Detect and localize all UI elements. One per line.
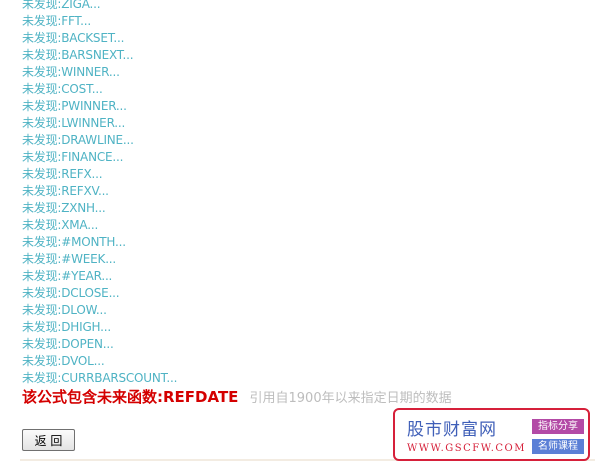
scan-result-item: 未发现:COST... bbox=[22, 82, 103, 96]
scan-result-list: 未发现:ZIGA... 未发现:FFT... 未发现:BACKSET... 未发现:B… bbox=[22, 0, 177, 387]
scan-result-item: 未发现:LWINNER... bbox=[22, 116, 126, 130]
scan-result-item: 未发现:#WEEK... bbox=[22, 252, 117, 266]
scan-result-item: 未发现:DCLOSE... bbox=[22, 286, 120, 300]
scan-result-item: 未发现:FFT... bbox=[22, 14, 91, 28]
warning-label: 该公式包含未来函数:REFDATE bbox=[22, 388, 239, 406]
scan-result-item: 未发现:PWINNER... bbox=[22, 99, 127, 113]
scan-result-item: 未发现:DOPEN... bbox=[22, 337, 114, 351]
back-button[interactable]: 返 回 bbox=[22, 429, 75, 451]
scan-result-item: 未发现:BACKSET... bbox=[22, 31, 125, 45]
scan-result-item: 未发现:BARSNEXT... bbox=[22, 48, 134, 62]
scan-result-item: 未发现:CURRBARSCOUNT... bbox=[22, 371, 178, 385]
scan-result-item: 未发现:XMA... bbox=[22, 218, 99, 232]
scan-result-item: 未发现:ZIGA... bbox=[22, 0, 101, 11]
watermark-tag-indicators: 指标分享 bbox=[532, 419, 584, 434]
scan-result-item: 未发现:DHIGH... bbox=[22, 320, 112, 334]
warning-description: 引用自1900年以来指定日期的数据 bbox=[249, 391, 452, 406]
scan-result-item: 未发现:#MONTH... bbox=[22, 235, 126, 249]
site-watermark-logo: 股市财富网 WWW.GSCFW.COM 指标分享 名师课程 bbox=[393, 408, 590, 461]
scan-result-item: 未发现:REFX... bbox=[22, 167, 103, 181]
scan-result-item: 未发现:WINNER... bbox=[22, 65, 120, 79]
watermark-tag-courses: 名师课程 bbox=[532, 439, 584, 454]
scan-result-item: 未发现:ZXNH... bbox=[22, 201, 106, 215]
scan-result-item: 未发现:#YEAR... bbox=[22, 269, 113, 283]
watermark-site-name: 股市财富网 bbox=[407, 420, 497, 440]
scan-result-item: 未发现:DRAWLINE... bbox=[22, 133, 134, 147]
future-function-warning: 该公式包含未来函数:REFDATE 引用自1900年以来指定日期的数据 bbox=[22, 387, 452, 407]
scan-result-item: 未发现:DVOL... bbox=[22, 354, 105, 368]
scan-result-item: 未发现:FINANCE... bbox=[22, 150, 124, 164]
scan-result-item: 未发现:REFXV... bbox=[22, 184, 109, 198]
scan-result-item: 未发现:DLOW... bbox=[22, 303, 107, 317]
watermark-site-url: WWW.GSCFW.COM bbox=[407, 443, 526, 454]
